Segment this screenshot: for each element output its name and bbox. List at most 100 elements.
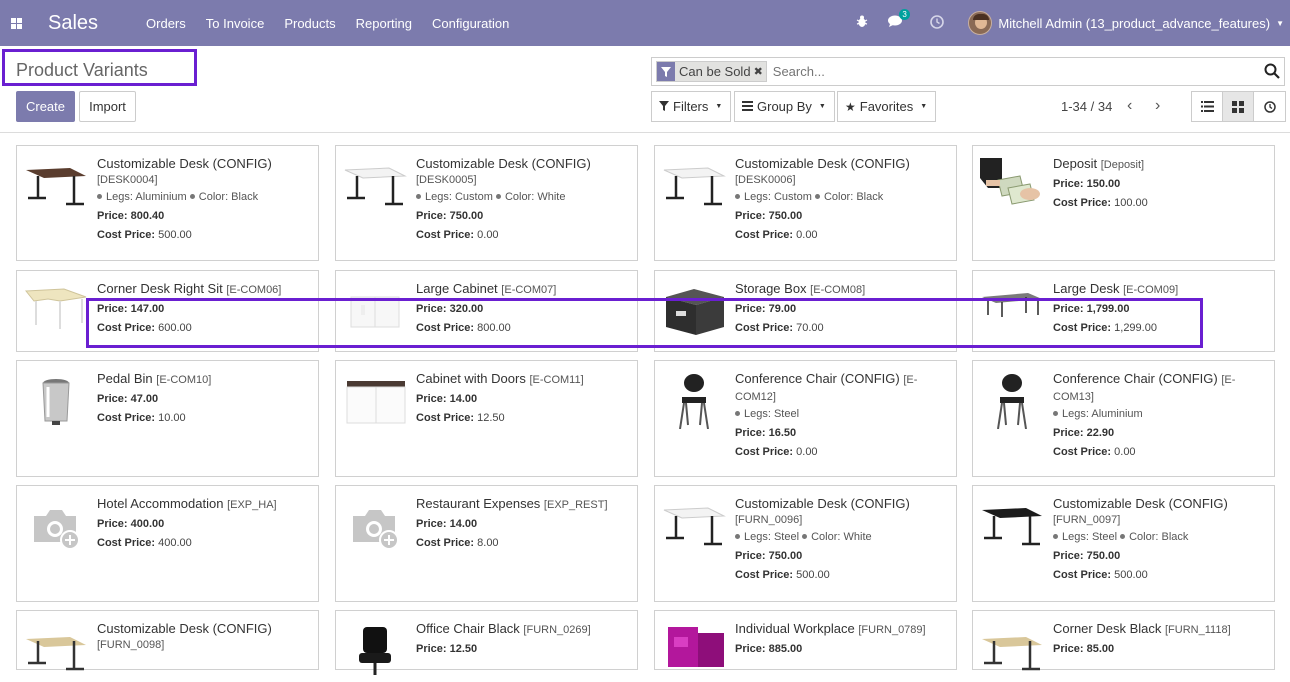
product-price: Price: 750.00 <box>735 550 803 562</box>
chevron-down-icon: ▼ <box>920 103 928 110</box>
attribute-value: Color: Black <box>198 191 259 203</box>
menu-orders[interactable]: Orders <box>146 16 186 31</box>
filter-facet: Can be Sold ✖ <box>656 61 767 82</box>
product-ref: [E-COM08] <box>810 284 866 296</box>
bullet-icon <box>416 194 421 199</box>
menu-configuration[interactable]: Configuration <box>432 16 509 31</box>
product-card[interactable]: Corner Desk Black [FURN_1118] Price: 85.0… <box>972 610 1275 671</box>
product-card[interactable]: Customizable Desk (CONFIG) [FURN_0098] <box>16 610 319 671</box>
control-panel: Product Variants Create Import Can be So… <box>0 46 1290 133</box>
product-name: Customizable Desk (CONFIG) [DESK0004] <box>97 156 272 186</box>
bullet-icon <box>1120 534 1126 539</box>
menu-products[interactable]: Products <box>284 16 335 31</box>
attribute-value: Legs: Aluminium <box>106 191 187 203</box>
product-image <box>980 373 1044 430</box>
product-card[interactable]: Conference Chair (CONFIG) [E-COM12] Legs:… <box>654 360 957 477</box>
product-name: Cabinet with Doors [E-COM11] <box>416 371 584 386</box>
create-button[interactable]: Create <box>16 91 75 122</box>
filter-icon <box>659 100 669 114</box>
product-image <box>343 498 407 554</box>
attribute-value: Legs: Aluminium <box>1062 408 1143 420</box>
user-avatar[interactable] <box>968 11 993 35</box>
product-card[interactable]: Hotel Accommodation [EXP_HA] Price: 400.0… <box>16 485 319 602</box>
product-card[interactable]: Individual Workplace [FURN_0789] Price: 8… <box>654 610 957 670</box>
user-name[interactable]: Mitchell Admin (13_product_advance_featu… <box>998 16 1270 31</box>
product-card[interactable]: Cabinet with Doors [E-COM11] Price: 14.00… <box>335 360 638 477</box>
product-ref: [FURN_1118] <box>1165 624 1231 636</box>
app-brand[interactable]: Sales <box>48 12 98 35</box>
card-info: Customizable Desk (CONFIG) [FURN_0096] Le… <box>735 496 948 583</box>
product-attributes: Legs: Steel Color: Black <box>1053 530 1266 545</box>
product-price: Price: 79.00 <box>735 303 797 315</box>
facet-close-icon[interactable]: ✖ <box>754 65 766 78</box>
groupby-dropdown[interactable]: Group By ▼ <box>734 91 835 122</box>
chevron-left-icon[interactable]: ‹ <box>1127 97 1132 115</box>
product-ref: [FURN_0789] <box>858 624 926 636</box>
bullet-icon <box>1053 411 1058 416</box>
user-caret-icon[interactable]: ▼ <box>1276 19 1284 28</box>
product-card[interactable]: Corner Desk Right Sit [E-COM06] Price: 14… <box>16 270 319 352</box>
product-attributes: Legs: Steel <box>735 407 948 422</box>
search-icon[interactable] <box>1264 63 1280 79</box>
product-name: Conference Chair (CONFIG) [E-COM12] <box>735 371 918 403</box>
menu-reporting[interactable]: Reporting <box>356 16 412 31</box>
product-card[interactable]: Large Cabinet [E-COM07] Price: 320.00 Cost… <box>335 270 638 352</box>
attribute-value: Legs: Steel <box>744 531 800 543</box>
clock-icon[interactable] <box>930 14 945 32</box>
search-bar: Can be Sold ✖ <box>651 57 1285 86</box>
chevron-right-icon[interactable]: › <box>1155 97 1160 115</box>
card-info: Customizable Desk (CONFIG) [FURN_0098] <box>97 621 310 653</box>
product-ref: [FURN_0097] <box>1053 514 1121 526</box>
product-card[interactable]: Deposit [Deposit] Price: 150.00 Cost Price… <box>972 145 1275 261</box>
bug-icon[interactable] <box>856 15 868 31</box>
groupby-label: Group By <box>757 99 812 114</box>
messages-icon[interactable]: 3 <box>888 9 910 31</box>
apps-menu-icon[interactable] <box>0 0 32 46</box>
product-cost: Cost Price: 8.00 <box>416 537 499 549</box>
product-name: Customizable Desk (CONFIG) [FURN_0096] <box>735 496 910 526</box>
product-name: Individual Workplace [FURN_0789] <box>735 621 926 636</box>
list-view-icon[interactable] <box>1192 92 1223 121</box>
product-card[interactable]: Large Desk [E-COM09] Price: 1,799.00 Cost … <box>972 270 1275 352</box>
product-cost: Cost Price: 0.00 <box>416 229 499 241</box>
card-info: Individual Workplace [FURN_0789] Price: 8… <box>735 621 948 657</box>
card-info: Conference Chair (CONFIG) [E-COM12] Legs:… <box>735 371 948 460</box>
product-card[interactable]: Office Chair Black [FURN_0269] Price: 12.… <box>335 610 638 675</box>
product-card[interactable]: Customizable Desk (CONFIG) [DESK0006] Leg… <box>654 145 957 261</box>
search-input[interactable] <box>772 64 1253 79</box>
filters-dropdown[interactable]: Filters ▼ <box>651 91 732 122</box>
product-card[interactable]: Pedal Bin [E-COM10] Price: 47.00 Cost Pric… <box>16 360 319 477</box>
product-card[interactable]: Conference Chair (CONFIG) [E-COM13] Legs:… <box>972 360 1275 477</box>
product-name: Conference Chair (CONFIG) [E-COM13] <box>1053 371 1236 403</box>
bullet-icon <box>495 194 501 199</box>
product-image <box>980 623 1044 679</box>
product-cost: Cost Price: 800.00 <box>416 322 511 334</box>
title-highlight-box <box>2 49 197 86</box>
pager-value[interactable]: 1-34 / 34 <box>1061 99 1112 114</box>
product-ref: [E-COM07] <box>501 284 557 296</box>
bullet-icon <box>735 411 740 416</box>
product-price: Price: 750.00 <box>735 210 803 222</box>
product-image <box>980 498 1044 554</box>
product-card[interactable]: Restaurant Expenses [EXP_REST] Price: 14.… <box>335 485 638 602</box>
import-button[interactable]: Import <box>79 91 136 122</box>
top-navbar: Sales Orders To Invoice Products Reporti… <box>0 0 1290 46</box>
product-image <box>980 158 1044 214</box>
product-name: Large Desk [E-COM09] <box>1053 281 1179 296</box>
bars-icon <box>742 100 753 114</box>
product-card[interactable]: Customizable Desk (CONFIG) [DESK0004] Leg… <box>16 145 319 261</box>
product-name: Pedal Bin [E-COM10] <box>97 371 212 386</box>
product-card[interactable]: Customizable Desk (CONFIG) [DESK0005] Leg… <box>335 145 638 261</box>
product-price: Price: 12.50 <box>416 643 478 655</box>
menu-to-invoice[interactable]: To Invoice <box>206 16 265 31</box>
product-card[interactable]: Storage Box [E-COM08] Price: 79.00 Cost Pr… <box>654 270 957 352</box>
activity-view-icon[interactable] <box>1254 92 1285 121</box>
product-cost: Cost Price: 100.00 <box>1053 197 1148 209</box>
product-cost: Cost Price: 10.00 <box>97 412 186 424</box>
product-card[interactable]: Customizable Desk (CONFIG) [FURN_0096] Le… <box>654 485 957 602</box>
kanban-view-icon[interactable] <box>1223 92 1254 121</box>
kanban-view: Customizable Desk (CONFIG) [DESK0004] Leg… <box>0 133 1290 675</box>
attribute-value: Color: Black <box>1129 531 1189 543</box>
product-card[interactable]: Customizable Desk (CONFIG) [FURN_0097] Le… <box>972 485 1275 602</box>
favorites-dropdown[interactable]: ★ Favorites ▼ <box>837 91 937 122</box>
